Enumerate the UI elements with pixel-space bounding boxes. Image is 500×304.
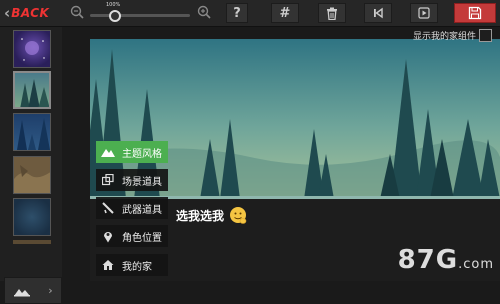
speech-text: 选我选我 — [176, 208, 225, 223]
theme-thumbnail-blue-forest[interactable] — [13, 113, 51, 151]
menu-label: 我的家 — [122, 261, 152, 273]
menu-character-position[interactable]: 角色位置 — [96, 225, 168, 247]
show-home-widget-label: 显示我的家组件 — [412, 32, 476, 42]
skip-back-icon — [374, 7, 383, 19]
trash-icon — [327, 7, 337, 20]
landscape-icon — [14, 288, 31, 296]
question-icon: ? — [233, 5, 241, 21]
menu-scene-props[interactable]: 场景道具 — [96, 169, 168, 191]
cliff-icon — [14, 157, 50, 193]
theme-thumbnail-partial — [13, 240, 51, 244]
watermark-text: 87G — [397, 245, 459, 275]
play-icon — [418, 7, 430, 19]
weapon-icon — [100, 200, 116, 216]
zoom-slider-thumb[interactable] — [109, 10, 121, 22]
theme-thumbnail-desert[interactable] — [13, 156, 51, 194]
grid-icon: # — [279, 5, 291, 21]
grid-button[interactable]: # — [271, 3, 299, 23]
blue-forest-icon — [17, 118, 50, 150]
theme-panel-toggle[interactable]: › — [4, 277, 62, 304]
menu-my-home[interactable]: 我的家 — [96, 254, 168, 276]
night-sky-icon — [21, 38, 45, 61]
skip-to-start-button[interactable] — [364, 3, 392, 23]
pine-trees-icon — [20, 79, 49, 107]
emoji-face-icon — [230, 207, 247, 224]
zoom-value: 100% — [106, 2, 121, 8]
zoom-in-icon[interactable] — [197, 5, 211, 19]
theme-thumbnail-ocean[interactable] — [13, 198, 51, 236]
theme-sidebar: › — [0, 27, 62, 304]
zoom-out-icon[interactable] — [70, 5, 84, 19]
theme-thumbnail-purple-night[interactable] — [13, 30, 51, 68]
speech-bubble: 选我选我 — [176, 205, 248, 225]
play-button[interactable] — [410, 3, 438, 23]
menu-label: 场景道具 — [122, 176, 162, 188]
zoom-slider-track[interactable] — [90, 14, 190, 17]
menu-weapon-props[interactable]: 武器道具 — [96, 197, 168, 219]
menu-label: 武器道具 — [122, 204, 162, 216]
help-button[interactable]: ? — [226, 3, 248, 23]
top-toolbar: ‹ BACK 100% ? # — [0, 0, 500, 27]
theme-thumbnail-forest[interactable] — [13, 71, 51, 109]
watermark-suffix: .com — [458, 257, 494, 272]
back-label: BACK — [11, 6, 50, 20]
chevron-left-icon: ‹ — [4, 4, 11, 22]
save-button[interactable] — [454, 3, 496, 23]
menu-label: 角色位置 — [122, 232, 162, 244]
back-button[interactable]: ‹ BACK — [4, 3, 49, 23]
menu-label: 主题风格 — [122, 148, 162, 160]
show-home-widget-checkbox[interactable] — [479, 29, 492, 42]
layers-icon — [100, 172, 116, 188]
location-pin-icon — [100, 228, 116, 244]
chevron-right-icon: › — [48, 284, 53, 297]
floppy-disk-icon — [468, 6, 482, 20]
site-watermark: 87G.com — [398, 245, 494, 275]
menu-theme-style[interactable]: 主题风格 — [96, 141, 168, 163]
delete-button[interactable] — [318, 3, 346, 23]
mountain-icon — [100, 144, 116, 160]
home-icon — [100, 257, 116, 273]
